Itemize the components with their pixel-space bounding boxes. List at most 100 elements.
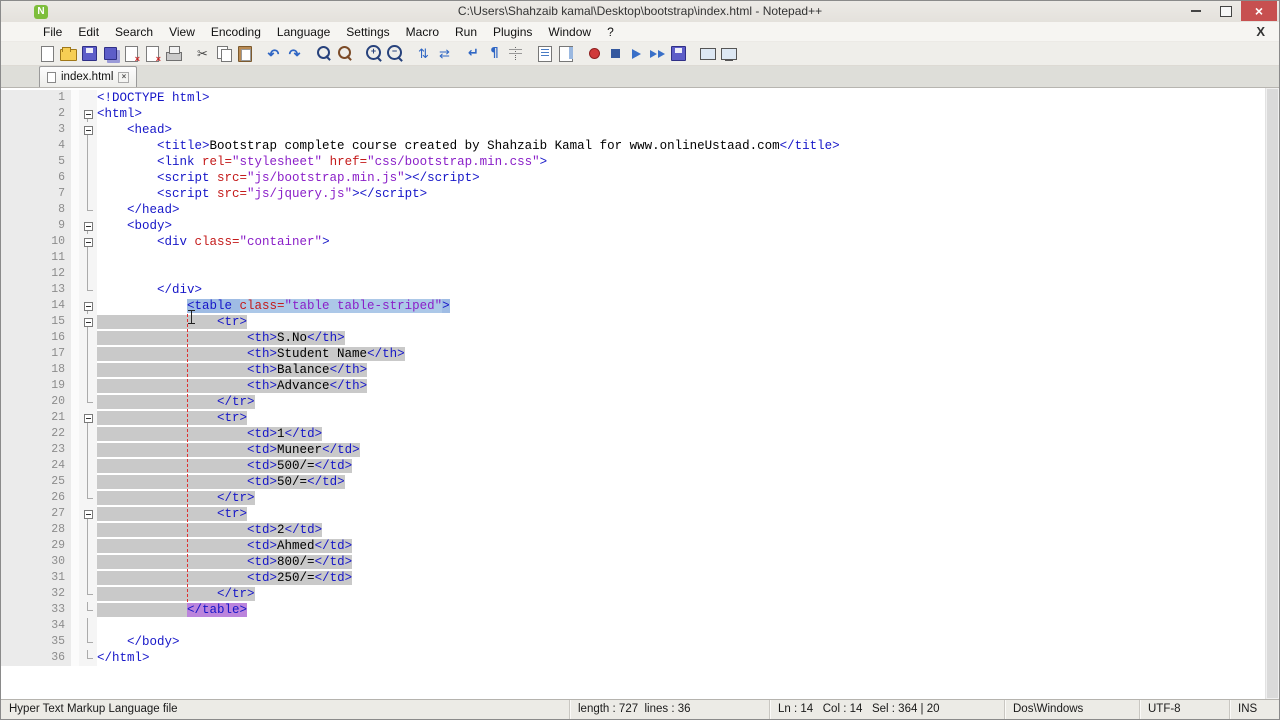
- copy-icon[interactable]: [214, 44, 233, 63]
- menu-item-macro[interactable]: Macro: [398, 22, 447, 41]
- menu-close-x[interactable]: X: [1256, 24, 1265, 39]
- close-all-icon[interactable]: [143, 44, 162, 64]
- new-file-icon[interactable]: [38, 44, 57, 63]
- status-encoding[interactable]: UTF-8: [1139, 700, 1229, 719]
- menu-item-window[interactable]: Window: [540, 22, 599, 41]
- zoom-out-icon[interactable]: [385, 44, 404, 63]
- code-line-30[interactable]: 30 <td>800/=</td>: [1, 554, 1265, 570]
- bookmark-margin[interactable]: [71, 138, 79, 154]
- code-line-1[interactable]: 1 <!DOCTYPE html>: [1, 90, 1265, 106]
- bookmark-margin[interactable]: [71, 170, 79, 186]
- vertical-scrollbar[interactable]: [1265, 88, 1279, 699]
- open-folder-icon[interactable]: [59, 44, 78, 63]
- menu-item-edit[interactable]: Edit: [70, 22, 107, 41]
- bookmark-margin[interactable]: [71, 538, 79, 554]
- bookmark-margin[interactable]: [71, 186, 79, 202]
- code-line-31[interactable]: 31 <td>250/=</td>: [1, 570, 1265, 586]
- code-line-18[interactable]: 18 <th>Balance</th>: [1, 362, 1265, 378]
- paste-icon[interactable]: [235, 44, 254, 63]
- bookmark-margin[interactable]: [71, 154, 79, 170]
- menu-item-encoding[interactable]: Encoding: [203, 22, 269, 41]
- bookmark-margin[interactable]: [71, 250, 79, 266]
- code-line-24[interactable]: 24 <td>500/=</td>: [1, 458, 1265, 474]
- bookmark-margin[interactable]: [71, 218, 79, 234]
- status-insert-mode[interactable]: INS: [1229, 700, 1279, 719]
- bookmark-margin[interactable]: [71, 570, 79, 586]
- code-line-5[interactable]: 5 <link rel="stylesheet" href="css/boots…: [1, 154, 1265, 170]
- doc-map-icon[interactable]: [556, 44, 575, 63]
- code-line-28[interactable]: 28 <td>2</td>: [1, 522, 1265, 538]
- save-all-icon[interactable]: [101, 44, 120, 63]
- close-doc-icon[interactable]: [122, 44, 141, 64]
- code-line-27[interactable]: 27 <tr>: [1, 506, 1265, 522]
- cut-icon[interactable]: [193, 44, 212, 63]
- fold-collapse-icon[interactable]: [79, 506, 97, 522]
- code-line-35[interactable]: 35 </body>: [1, 634, 1265, 650]
- save-icon[interactable]: [80, 44, 99, 63]
- sync-v-icon[interactable]: [414, 44, 433, 63]
- bookmark-margin[interactable]: [71, 474, 79, 490]
- fold-collapse-icon[interactable]: [79, 234, 97, 250]
- print-icon[interactable]: [164, 44, 183, 63]
- undo-icon[interactable]: [264, 44, 283, 63]
- code-line-16[interactable]: 16 <th>S.No</th>: [1, 330, 1265, 346]
- menu-item-plugins[interactable]: Plugins: [485, 22, 540, 41]
- replace-icon[interactable]: [335, 44, 354, 63]
- bookmark-margin[interactable]: [71, 522, 79, 538]
- fold-collapse-icon[interactable]: [79, 410, 97, 426]
- code-line-9[interactable]: 9 <body>: [1, 218, 1265, 234]
- function-list-icon[interactable]: [535, 44, 554, 63]
- code-line-4[interactable]: 4 <title>Bootstrap complete course creat…: [1, 138, 1265, 154]
- menu-item-help[interactable]: ?: [599, 22, 622, 41]
- indent-guide-icon[interactable]: [506, 44, 525, 63]
- play-macro-icon[interactable]: [627, 44, 646, 63]
- bookmark-margin[interactable]: [71, 378, 79, 394]
- code-line-23[interactable]: 23 <td>Muneer</td>: [1, 442, 1265, 458]
- menu-item-language[interactable]: Language: [269, 22, 338, 41]
- fold-collapse-icon[interactable]: [79, 298, 97, 314]
- fold-collapse-icon[interactable]: [79, 218, 97, 234]
- bookmark-margin[interactable]: [71, 266, 79, 282]
- bookmark-margin[interactable]: [71, 202, 79, 218]
- bookmark-margin[interactable]: [71, 490, 79, 506]
- status-eol-format[interactable]: Dos\Windows: [1004, 700, 1139, 719]
- bookmark-margin[interactable]: [71, 554, 79, 570]
- record-macro-icon[interactable]: [585, 44, 604, 63]
- bookmark-margin[interactable]: [71, 106, 79, 122]
- editor[interactable]: 1 <!DOCTYPE html> 2 <html> 3 <head> 4 <title>…: [1, 88, 1279, 699]
- bookmark-margin[interactable]: [71, 586, 79, 602]
- code-line-19[interactable]: 19 <th>Advance</th>: [1, 378, 1265, 394]
- zoom-in-icon[interactable]: [364, 44, 383, 63]
- bookmark-margin[interactable]: [71, 410, 79, 426]
- minimize-button[interactable]: [1181, 1, 1211, 21]
- bookmark-margin[interactable]: [71, 314, 79, 330]
- code-line-32[interactable]: 32 </tr>: [1, 586, 1265, 602]
- bookmark-margin[interactable]: [71, 282, 79, 298]
- code-line-22[interactable]: 22 <td>1</td>: [1, 426, 1265, 442]
- fold-collapse-icon[interactable]: [79, 106, 97, 122]
- code-line-20[interactable]: 20 </tr>: [1, 394, 1265, 410]
- maximize-button[interactable]: [1211, 1, 1241, 21]
- scrollbar-thumb[interactable]: [1267, 89, 1278, 698]
- find-icon[interactable]: [314, 44, 333, 63]
- code-line-34[interactable]: 34: [1, 618, 1265, 634]
- menu-item-view[interactable]: View: [161, 22, 203, 41]
- code-line-11[interactable]: 11: [1, 250, 1265, 266]
- save-macro-icon[interactable]: [669, 44, 688, 63]
- code-line-25[interactable]: 25 <td>50/=</td>: [1, 474, 1265, 490]
- close-button[interactable]: [1241, 1, 1277, 21]
- bookmark-margin[interactable]: [71, 90, 79, 106]
- bookmark-margin[interactable]: [71, 506, 79, 522]
- code-line-17[interactable]: 17 <th>Student Name</th>: [1, 346, 1265, 362]
- bookmark-margin[interactable]: [71, 122, 79, 138]
- bookmark-margin[interactable]: [71, 458, 79, 474]
- tab-close-icon[interactable]: [118, 71, 130, 83]
- tab-index-html[interactable]: index.html: [39, 66, 138, 87]
- menu-item-search[interactable]: Search: [107, 22, 161, 41]
- menu-item-file[interactable]: File: [35, 22, 70, 41]
- code-line-36[interactable]: 36 </html>: [1, 650, 1265, 666]
- run-macro-multi-icon[interactable]: [648, 44, 667, 63]
- bookmark-margin[interactable]: [71, 362, 79, 378]
- bookmark-margin[interactable]: [71, 602, 79, 618]
- code-line-6[interactable]: 6 <script src="js/bootstrap.min.js"></sc…: [1, 170, 1265, 186]
